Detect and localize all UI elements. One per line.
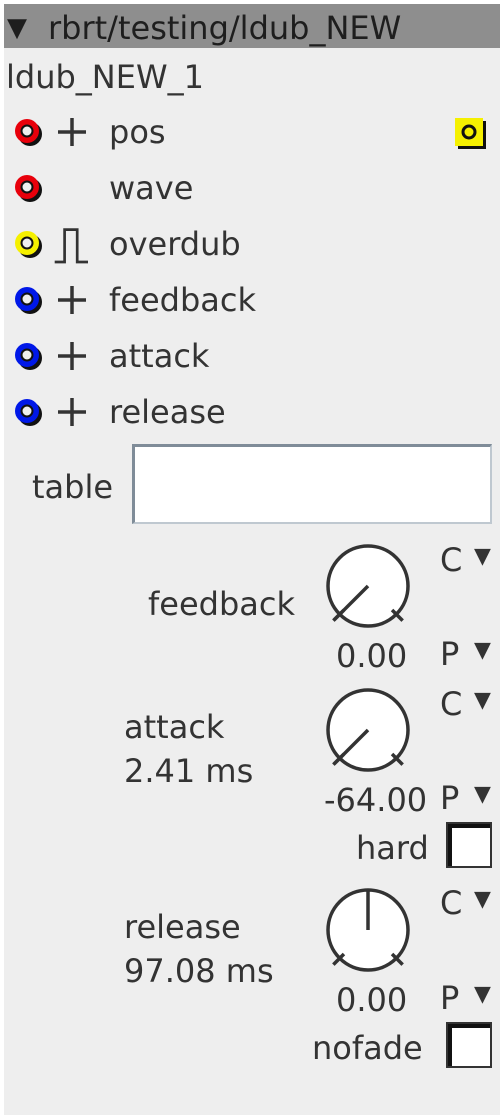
attack-readout: 2.41 ms — [124, 752, 254, 790]
port-label-release: release — [109, 393, 226, 431]
gate-pulse-icon — [54, 228, 88, 264]
port-jack-feedback-icon[interactable] — [14, 286, 44, 316]
window-title: rbrt/testing/ldub_NEW — [48, 9, 402, 47]
object-panel — [4, 4, 500, 1115]
port-jack-wave-icon[interactable] — [14, 174, 44, 204]
port-label-wave: wave — [109, 169, 194, 207]
instance-name[interactable]: ldub_NEW_1 — [6, 57, 204, 97]
release-knob[interactable] — [322, 884, 414, 976]
table-input[interactable] — [132, 444, 492, 524]
release-mode-p-dropdown-icon[interactable]: ▼ — [474, 984, 491, 1006]
plus-icon — [58, 118, 86, 146]
attack-value: -64.00 — [324, 781, 428, 819]
port-jack-release-icon[interactable] — [14, 398, 44, 428]
nofade-label: nofade — [312, 1029, 423, 1067]
release-readout: 97.08 ms — [124, 952, 274, 990]
port-label-feedback: feedback — [109, 281, 256, 319]
feedback-value: 0.00 — [336, 637, 408, 675]
attack-knob[interactable] — [322, 684, 414, 776]
attack-mode-p[interactable]: P — [440, 778, 459, 818]
release-label: release — [124, 908, 241, 946]
attack-mode-c[interactable]: C — [440, 684, 462, 724]
attack-mode-p-dropdown-icon[interactable]: ▼ — [474, 784, 491, 806]
hard-checkbox[interactable] — [446, 822, 492, 868]
collapse-arrow-icon[interactable]: ▼ — [7, 8, 27, 48]
status-indicator-icon[interactable] — [454, 117, 488, 151]
feedback-knob[interactable] — [322, 540, 414, 632]
title-bar[interactable]: ▼ rbrt/testing/ldub_NEW — [4, 4, 500, 48]
feedback-mode-p-dropdown-icon[interactable]: ▼ — [474, 640, 491, 662]
feedback-mode-c-dropdown-icon[interactable]: ▼ — [474, 546, 491, 568]
hard-label: hard — [356, 829, 429, 867]
release-mode-p[interactable]: P — [440, 978, 459, 1018]
feedback-mode-p[interactable]: P — [440, 634, 459, 674]
attack-label: attack — [124, 708, 225, 746]
plus-icon — [58, 342, 86, 370]
table-label: table — [32, 468, 114, 506]
plus-icon — [58, 286, 86, 314]
port-label-overdub: overdub — [109, 225, 241, 263]
nofade-checkbox[interactable] — [446, 1022, 492, 1068]
release-mode-c-dropdown-icon[interactable]: ▼ — [474, 889, 491, 911]
port-jack-overdub-icon[interactable] — [14, 230, 44, 260]
attack-mode-c-dropdown-icon[interactable]: ▼ — [474, 690, 491, 712]
feedback-label: feedback — [148, 585, 295, 623]
plus-icon — [58, 398, 86, 426]
port-jack-attack-icon[interactable] — [14, 342, 44, 372]
release-mode-c[interactable]: C — [440, 883, 462, 923]
feedback-mode-c[interactable]: C — [440, 540, 462, 580]
release-value: 0.00 — [336, 981, 408, 1019]
port-label-attack: attack — [109, 337, 210, 375]
port-label-pos: pos — [109, 113, 166, 151]
port-jack-pos-icon[interactable] — [14, 118, 44, 148]
